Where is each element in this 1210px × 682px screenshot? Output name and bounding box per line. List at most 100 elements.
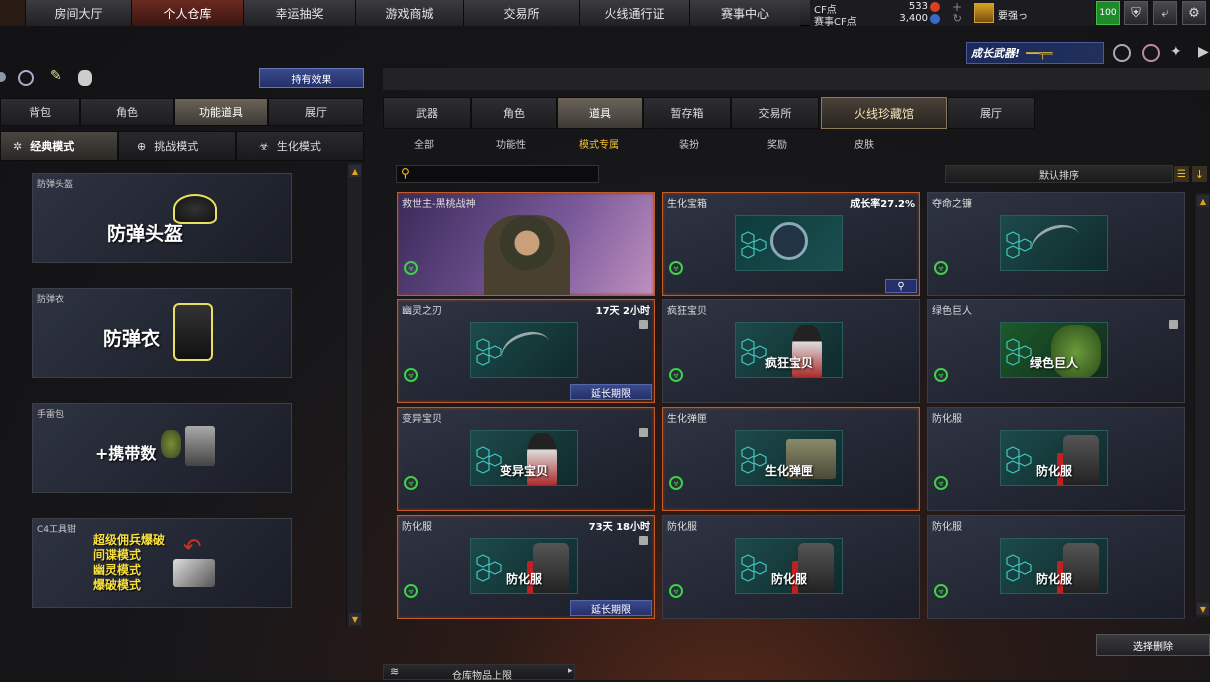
item-card[interactable]: 疯狂宝贝 疯狂宝贝 ☣ — [662, 299, 920, 403]
item-thumbnail — [470, 322, 578, 378]
nav-tab-shop[interactable]: 游戏商城 — [356, 0, 464, 26]
extend-duration-button[interactable]: 延长期限 — [570, 600, 652, 616]
nav-tab-exchange[interactable]: 交易所 — [464, 0, 580, 26]
hexagon-pattern-icon — [475, 337, 505, 367]
user-box[interactable]: 要强っ — [970, 0, 1095, 26]
item-card[interactable]: 防化服 防化服 ☣ — [927, 515, 1185, 619]
item-card[interactable]: 防化服 防化服 ☣ — [927, 407, 1185, 511]
item-thumbnail — [735, 215, 843, 271]
bag-icon[interactable] — [0, 72, 6, 82]
promo-banner[interactable]: 成长武器! ━━╤═ — [966, 42, 1104, 64]
item-card[interactable]: 防化服 防化服 ☣ — [662, 515, 920, 619]
item-card[interactable]: 幽灵之刃 17天 2小时 ☣ 延长期限 — [397, 299, 655, 403]
trash-icon[interactable] — [1169, 320, 1178, 329]
nav-tab-lucky-draw[interactable]: 幸运抽奖 — [244, 0, 356, 26]
sort-order-icon[interactable]: ↓ — [1192, 166, 1207, 182]
batch-delete-button[interactable]: 选择删除 — [1096, 634, 1210, 656]
shield-icon[interactable]: ⛨ — [1124, 1, 1148, 25]
subtab-all[interactable]: 全部 — [414, 136, 434, 151]
nav-tab-room-lobby[interactable]: 房间大厅 — [26, 0, 132, 26]
card-title: 手雷包 — [37, 410, 65, 420]
trash-icon[interactable] — [639, 320, 648, 329]
scroll-down-icon[interactable]: ▼ — [1197, 603, 1209, 615]
mode-tab-zombie[interactable]: ☣ 生化模式 — [236, 131, 364, 161]
left-card-helmet[interactable]: 防弹头盔 防弹头盔 — [32, 173, 292, 263]
right-tab-items[interactable]: 道具 — [557, 97, 643, 129]
right-tab-storage[interactable]: 暂存箱 — [643, 97, 731, 129]
scroll-up-icon[interactable]: ▲ — [349, 165, 361, 177]
capacity-footer[interactable]: ≋ 仓库物品上限 ▸ — [383, 664, 575, 682]
mode-tab-classic[interactable]: ✲ 经典模式 — [0, 131, 118, 161]
trash-icon[interactable] — [639, 428, 648, 437]
pliers-icon — [173, 559, 215, 587]
nav-tab-events[interactable]: 赛事中心 — [690, 0, 800, 26]
right-scrollbar[interactable]: ▲ ▼ — [1194, 193, 1210, 617]
badge-icon-1[interactable] — [1113, 44, 1131, 62]
spray-icon[interactable]: ✎ — [50, 68, 62, 84]
trash-icon[interactable] — [639, 536, 648, 545]
search-icon: ⚲ — [401, 166, 410, 180]
tools-icon[interactable]: ✦ — [1170, 44, 1188, 62]
flag-icon[interactable]: ▶ — [1198, 44, 1210, 62]
subtab-cosmetic[interactable]: 装扮 — [679, 136, 699, 151]
item-card[interactable]: 生化弹匣 生化弹匣 ☣ — [662, 407, 920, 511]
list-view-icon[interactable]: ☰ — [1174, 166, 1189, 182]
scroll-up-icon[interactable]: ▲ — [1197, 195, 1209, 207]
thumbnail-label: 防化服 — [770, 572, 807, 586]
left-card-vest[interactable]: 防弹衣 防弹衣 — [32, 288, 292, 378]
biohazard-mode-icon: ☣ — [669, 584, 683, 598]
crosshair-icon[interactable] — [1142, 44, 1160, 62]
sort-dropdown[interactable]: 默认排序 — [945, 165, 1173, 183]
c4-mode-list: 超级佣兵爆破 间谍模式 幽灵模式 爆破模式 — [93, 533, 165, 593]
match-cf-coin-icon — [930, 14, 940, 24]
right-tab-showroom[interactable]: 展厅 — [947, 97, 1035, 129]
nav-tab-pass[interactable]: 火线通行证 — [580, 0, 690, 26]
subtab-mode-exclusive[interactable]: 模式专属 — [579, 136, 619, 151]
item-thumbnail: 防化服 — [1000, 538, 1108, 594]
item-card[interactable]: 绿色巨人 绿色巨人 ☣ — [927, 299, 1185, 403]
nav-tab-warehouse[interactable]: 个人仓库 — [132, 0, 244, 26]
biohazard-mode-icon: ☣ — [934, 261, 948, 275]
cf-value: 533 — [908, 1, 928, 12]
search-input[interactable] — [417, 167, 593, 181]
left-tab-function-items[interactable]: 功能道具 — [174, 98, 268, 126]
right-tab-collection[interactable]: 火线珍藏馆 — [821, 97, 947, 129]
scroll-down-icon[interactable]: ▼ — [349, 613, 361, 625]
item-card[interactable]: 防化服 73天 18小时 防化服 ☣ 延长期限 — [397, 515, 655, 619]
left-tab-character[interactable]: 角色 — [80, 98, 174, 126]
item-card[interactable]: 生化宝箱 成长率27.2% ☣ ⚲ — [662, 192, 920, 296]
left-card-grenade-pack[interactable]: 手雷包 +携带数 — [32, 403, 292, 493]
left-card-c4-pliers[interactable]: C4工具钳 超级佣兵爆破 间谍模式 幽灵模式 爆破模式 ↶ — [32, 518, 292, 608]
c4-mode-line: 间谍模式 — [93, 548, 142, 562]
expand-arrow-icon[interactable]: ▸ — [568, 666, 573, 676]
subtab-rewards[interactable]: 奖励 — [767, 136, 787, 151]
biohazard-mode-icon: ☣ — [404, 476, 418, 490]
magnify-button-icon[interactable]: ⚲ — [885, 279, 917, 293]
subtab-functional[interactable]: 功能性 — [496, 136, 526, 151]
left-tab-backpack[interactable]: 背包 — [0, 98, 80, 126]
extend-duration-button[interactable]: 延长期限 — [570, 384, 652, 400]
effects-button[interactable]: 持有效果 — [259, 68, 364, 88]
item-card[interactable]: 夺命之镰 ☣ — [927, 192, 1185, 296]
subtab-skins[interactable]: 皮肤 — [854, 136, 874, 151]
card-title: C4工具钳 — [37, 525, 77, 535]
left-tab-showroom[interactable]: 展厅 — [268, 98, 364, 126]
item-card[interactable]: 变异宝贝 变异宝贝 ☣ — [397, 407, 655, 511]
thumbnail-label: 防化服 — [1035, 464, 1072, 478]
mode-tab-challenge[interactable]: ⊕ 挑战模式 — [118, 131, 236, 161]
top-nav: 房间大厅 个人仓库 幸运抽奖 游戏商城 交易所 火线通行证 赛事中心 — [0, 0, 810, 26]
biohazard-mode-icon: ☣ — [669, 368, 683, 382]
search-box[interactable]: ⚲ — [396, 165, 599, 183]
thumbnail-label: 防化服 — [1035, 572, 1072, 586]
exit-icon[interactable]: ⤶ — [1153, 1, 1177, 25]
right-tab-exchange[interactable]: 交易所 — [731, 97, 819, 129]
right-tab-weapons[interactable]: 武器 — [383, 97, 471, 129]
right-tab-characters[interactable]: 角色 — [471, 97, 557, 129]
grenade-icon[interactable] — [78, 70, 92, 86]
left-scrollbar[interactable]: ▲ ▼ — [346, 163, 362, 627]
swap-icon[interactable] — [18, 70, 34, 86]
refresh-icon[interactable]: ↻ — [953, 12, 962, 25]
item-card[interactable]: 救世主-黑桃战神 ☣ — [397, 192, 655, 296]
gear-icon[interactable]: ⚙ — [1182, 1, 1206, 25]
match-cf-label: 赛事CF点 — [814, 17, 857, 28]
